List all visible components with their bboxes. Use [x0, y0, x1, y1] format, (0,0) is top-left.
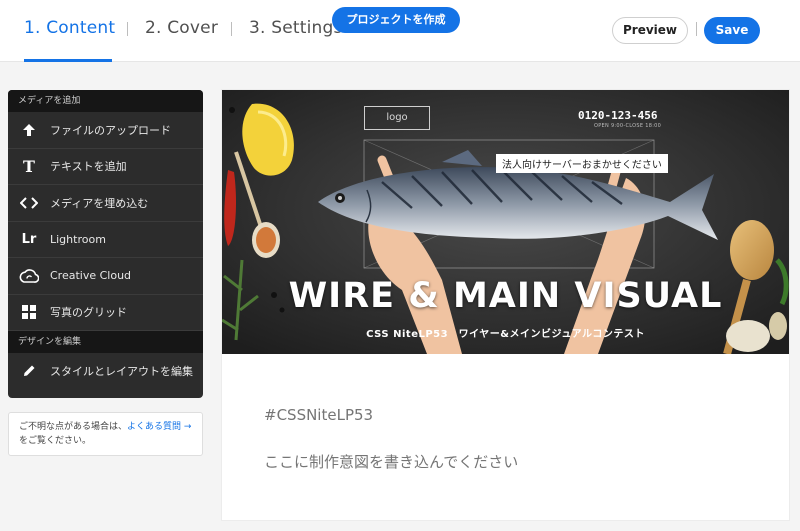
banner-logo-placeholder: logo: [364, 106, 430, 130]
text-t-icon: T: [23, 156, 35, 176]
create-project-button[interactable]: プロジェクトを作成: [332, 7, 460, 33]
sidebar-item-label: ファイルのアップロード: [50, 123, 171, 137]
sidebar-item-photo-grid[interactable]: 写真のグリッド: [8, 295, 203, 331]
sidebar-item-edit-style[interactable]: スタイルとレイアウトを編集: [8, 353, 203, 390]
photo-grid-icon: [8, 305, 50, 320]
banner-opening-hours: OPEN 9:00-CLOSE 18:00: [594, 123, 662, 129]
media-section-title: メディアを追加: [8, 90, 203, 112]
sidebar-item-label: Lightroom: [50, 232, 106, 246]
help-suffix: をご覧ください。: [19, 436, 92, 446]
description-body[interactable]: ここに制作意図を書き込んでください: [264, 451, 518, 472]
button-separator: [696, 22, 697, 36]
creative-cloud-icon: [8, 268, 50, 283]
tab-separator: [127, 22, 128, 36]
preview-button[interactable]: Preview: [612, 17, 688, 44]
tab-separator: [231, 22, 232, 36]
sidebar-item-lightroom[interactable]: Lr Lightroom: [8, 222, 203, 258]
sidebar-item-creative-cloud[interactable]: Creative Cloud: [8, 258, 203, 295]
description-hashtag[interactable]: #CSSNiteLP53: [264, 406, 373, 424]
tab-cover[interactable]: 2. Cover: [145, 18, 218, 38]
sidebar-item-add-text[interactable]: T テキストを追加: [8, 149, 203, 185]
tab-settings[interactable]: 3. Settings: [249, 18, 343, 38]
sidebar-item-label: Creative Cloud: [50, 269, 132, 283]
sidebar-item-embed[interactable]: メディアを埋め込む: [8, 185, 203, 222]
pencil-icon: [8, 364, 50, 378]
design-section-title: デザインを編集: [8, 331, 203, 353]
media-sidebar-panel: メディアを追加 ファイルのアップロード T テキストを追加 メディアを埋め込む …: [8, 90, 203, 398]
main-visual-image[interactable]: logo 0120-123-456 OPEN 9:00-CLOSE 18:00 …: [222, 90, 789, 354]
banner-title: WIRE & MAIN VISUAL: [288, 276, 723, 316]
save-button[interactable]: Save: [704, 17, 760, 44]
embed-code-icon: [8, 197, 50, 209]
help-box: ご不明な点がある場合は、よくある質問 → をご覧ください。: [8, 412, 203, 456]
banner-tagline: 法人向けサーバーおまかせください: [496, 154, 668, 173]
sidebar-item-label: メディアを埋め込む: [50, 196, 149, 210]
faq-link[interactable]: よくある質問 →: [127, 422, 191, 432]
upload-arrow-icon: [8, 123, 50, 137]
active-tab-indicator: [24, 59, 112, 62]
sidebar-item-upload[interactable]: ファイルのアップロード: [8, 112, 203, 149]
tab-content[interactable]: 1. Content: [24, 18, 115, 38]
top-header: 1. Content 2. Cover 3. Settings プロジェクトを作…: [0, 0, 800, 62]
sidebar-item-label: テキストを追加: [50, 160, 127, 174]
banner-phone-number: 0120-123-456: [578, 109, 658, 122]
lightroom-icon: Lr: [21, 231, 37, 247]
project-content-card: logo 0120-123-456 OPEN 9:00-CLOSE 18:00 …: [222, 90, 789, 520]
banner-subtitle: CSS NiteLP53 ワイヤー&メインビジュアルコンテスト: [366, 329, 645, 340]
sidebar-item-label: スタイルとレイアウトを編集: [50, 365, 193, 379]
help-prefix: ご不明な点がある場合は、: [19, 422, 128, 432]
sidebar-item-label: 写真のグリッド: [50, 306, 127, 320]
